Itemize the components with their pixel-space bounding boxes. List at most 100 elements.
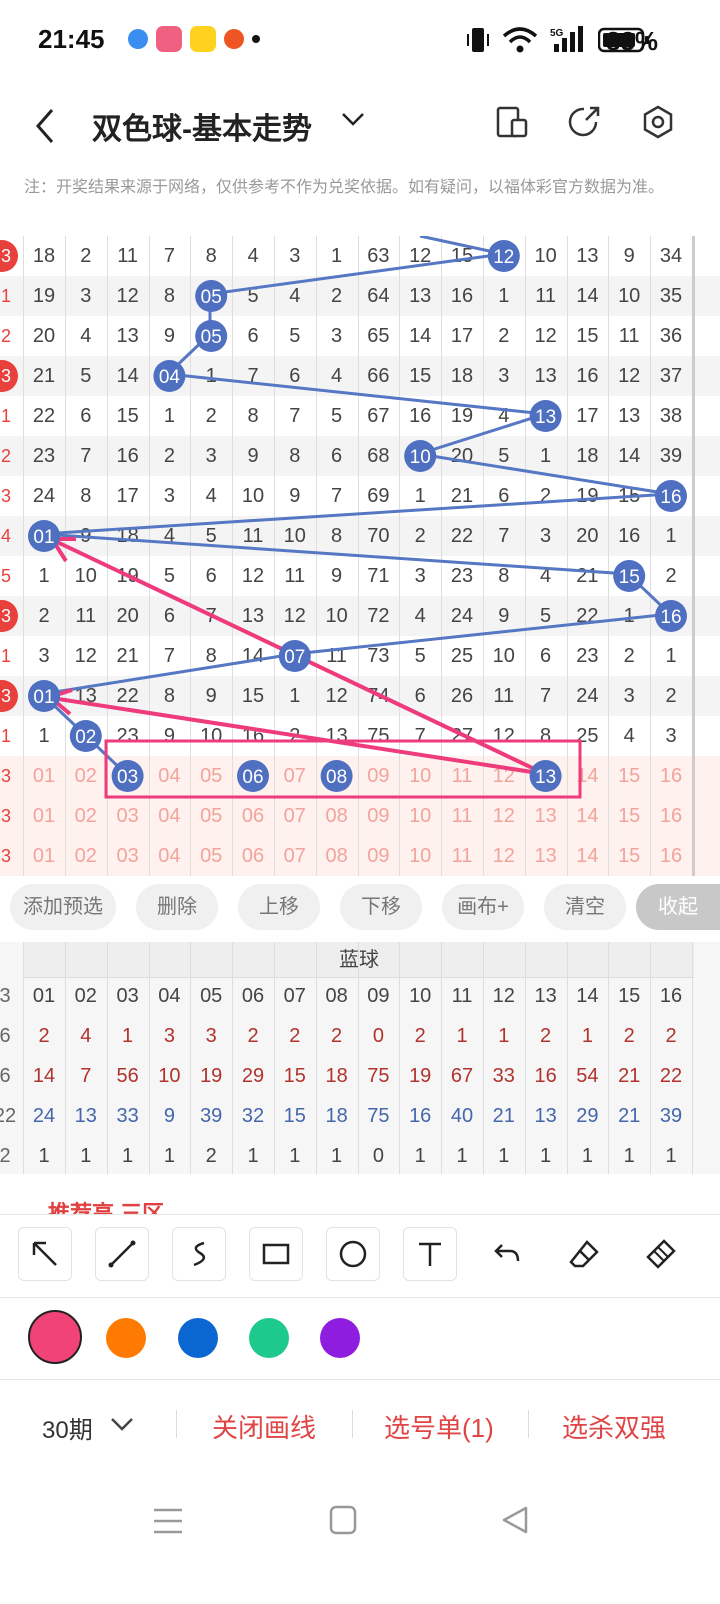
- eraser-tool[interactable]: [557, 1227, 611, 1281]
- color-swatch[interactable]: [249, 1318, 289, 1358]
- stats-cell: 56: [116, 1065, 139, 1087]
- stats-cell: 21: [618, 1105, 641, 1127]
- move-down-button[interactable]: 下移: [340, 884, 422, 930]
- color-swatch[interactable]: [178, 1318, 218, 1358]
- stats-cell: 2: [289, 1025, 301, 1047]
- system-nav-bar: [0, 1490, 720, 1604]
- stats-divider: [524, 942, 526, 1174]
- stats-header-row: 3 01 02 03 04 05 06 07 08 09 10 11 12 13 14 15 16: [0, 976, 720, 1016]
- kill-double-button[interactable]: 选杀双强: [562, 1408, 666, 1445]
- stats-cell: 2: [331, 1025, 343, 1047]
- clear-button[interactable]: 清空: [544, 884, 626, 930]
- selected-ball-number: 16: [660, 607, 681, 628]
- pick-list-button[interactable]: 选号单(1): [384, 1408, 494, 1445]
- period-selector[interactable]: 30期: [42, 1410, 93, 1445]
- back-icon[interactable]: [500, 1504, 530, 1536]
- selected-ball[interactable]: 13: [529, 400, 562, 432]
- stats-cell: 03: [116, 985, 139, 1007]
- stats-cell: 15: [618, 985, 641, 1007]
- rectangle-tool[interactable]: [249, 1227, 303, 1281]
- stats-cell: 10: [158, 1065, 181, 1087]
- close-drawing-button[interactable]: 关闭画线: [212, 1408, 316, 1445]
- selected-ball[interactable]: 12: [487, 240, 520, 272]
- delete-button[interactable]: 删除: [136, 884, 218, 930]
- stats-cell: 32: [241, 1105, 265, 1127]
- color-swatch[interactable]: [28, 1310, 82, 1364]
- stats-cell: 09: [367, 985, 390, 1007]
- stats-divider: [357, 942, 359, 1174]
- stats-divider: [692, 942, 693, 1174]
- rectangle-icon: [262, 1243, 290, 1265]
- selected-ball[interactable]: 07: [278, 640, 311, 672]
- stats-cell: 1: [623, 1145, 635, 1167]
- clear-brush-tool[interactable]: [634, 1227, 688, 1281]
- selected-ball[interactable]: 16: [655, 480, 687, 512]
- stats-cell: 04: [158, 985, 181, 1007]
- layout-toggle-icon[interactable]: [494, 104, 530, 140]
- drawing-overlay[interactable]: 12 05 05 04 13 10 16 01 15 16 07 01 02 03 06 08 13: [0, 236, 720, 876]
- stats-cell: 4: [80, 1025, 92, 1047]
- freehand-icon: [193, 1241, 206, 1267]
- selected-ball[interactable]: 16: [655, 600, 687, 632]
- stats-divider: [441, 942, 443, 1174]
- circle-icon: [339, 1240, 367, 1268]
- text-tool[interactable]: [403, 1227, 457, 1281]
- selected-ball[interactable]: 10: [404, 440, 437, 472]
- app-notification-icon: [224, 29, 244, 49]
- stats-cell: 3: [205, 1025, 217, 1047]
- selected-ball[interactable]: 05: [195, 280, 228, 312]
- stats-cell: 16: [659, 985, 683, 1007]
- stats-cell: 7: [80, 1065, 92, 1087]
- canvas-add-button[interactable]: 画布+: [442, 884, 524, 930]
- stats-cell: 07: [283, 985, 306, 1007]
- stats-divider: [65, 942, 66, 1174]
- collapse-button[interactable]: 收起: [636, 884, 720, 930]
- chevron-left-icon[interactable]: [30, 106, 60, 146]
- share-icon[interactable]: [566, 104, 602, 140]
- stats-cell: 18: [325, 1105, 348, 1127]
- chevron-down-icon[interactable]: [340, 106, 366, 132]
- stats-cell: 1: [498, 1025, 510, 1047]
- line-tool[interactable]: [95, 1227, 149, 1281]
- arrow-tool[interactable]: [18, 1227, 72, 1281]
- selected-ball[interactable]: 03: [111, 760, 144, 792]
- stats-cell: 9: [163, 1105, 175, 1127]
- selected-ball[interactable]: 01: [28, 520, 60, 552]
- stats-cell: 3: [163, 1025, 175, 1047]
- selected-ball-number: 07: [284, 647, 305, 668]
- freehand-tool[interactable]: [172, 1227, 226, 1281]
- selected-ball[interactable]: 13: [529, 760, 562, 792]
- selected-ball[interactable]: 06: [237, 760, 269, 792]
- settings-icon[interactable]: [640, 104, 676, 140]
- home-icon[interactable]: [328, 1504, 358, 1536]
- move-up-button[interactable]: 上移: [238, 884, 320, 930]
- selected-ball[interactable]: 02: [69, 720, 102, 752]
- stats-cell: 22: [659, 1065, 683, 1087]
- stats-cell: 1: [289, 1145, 301, 1167]
- stats-divider: [232, 942, 234, 1174]
- stats-cell: 2: [247, 1025, 259, 1047]
- undo-tool[interactable]: [480, 1227, 534, 1281]
- stats-cell: 13: [74, 1105, 97, 1127]
- selected-ball[interactable]: 15: [613, 560, 646, 592]
- selected-ball[interactable]: 04: [153, 360, 186, 392]
- circle-tool[interactable]: [326, 1227, 380, 1281]
- stats-cell: 29: [576, 1105, 599, 1127]
- stats-cell: 67: [450, 1065, 474, 1087]
- menu-icon[interactable]: [152, 1506, 184, 1536]
- chevron-down-icon[interactable]: [110, 1414, 134, 1434]
- selected-ball[interactable]: 08: [320, 760, 353, 792]
- add-preselect-button[interactable]: 添加预选: [10, 884, 116, 930]
- stats-cell: 2: [540, 1025, 552, 1047]
- color-swatch[interactable]: [106, 1318, 146, 1358]
- selected-ball[interactable]: 01: [28, 680, 60, 712]
- selected-ball[interactable]: 05: [195, 320, 228, 352]
- selected-ball-number: 01: [33, 687, 54, 708]
- page-title[interactable]: 双色球-基本走势: [92, 104, 312, 148]
- stats-cell: 39: [659, 1105, 683, 1127]
- stats-row: 21111211101111111: [0, 1136, 720, 1174]
- color-swatch[interactable]: [320, 1318, 360, 1358]
- stats-divider: [399, 942, 401, 1174]
- stats-cell: 29: [241, 1065, 265, 1087]
- stats-divider: [608, 942, 610, 1174]
